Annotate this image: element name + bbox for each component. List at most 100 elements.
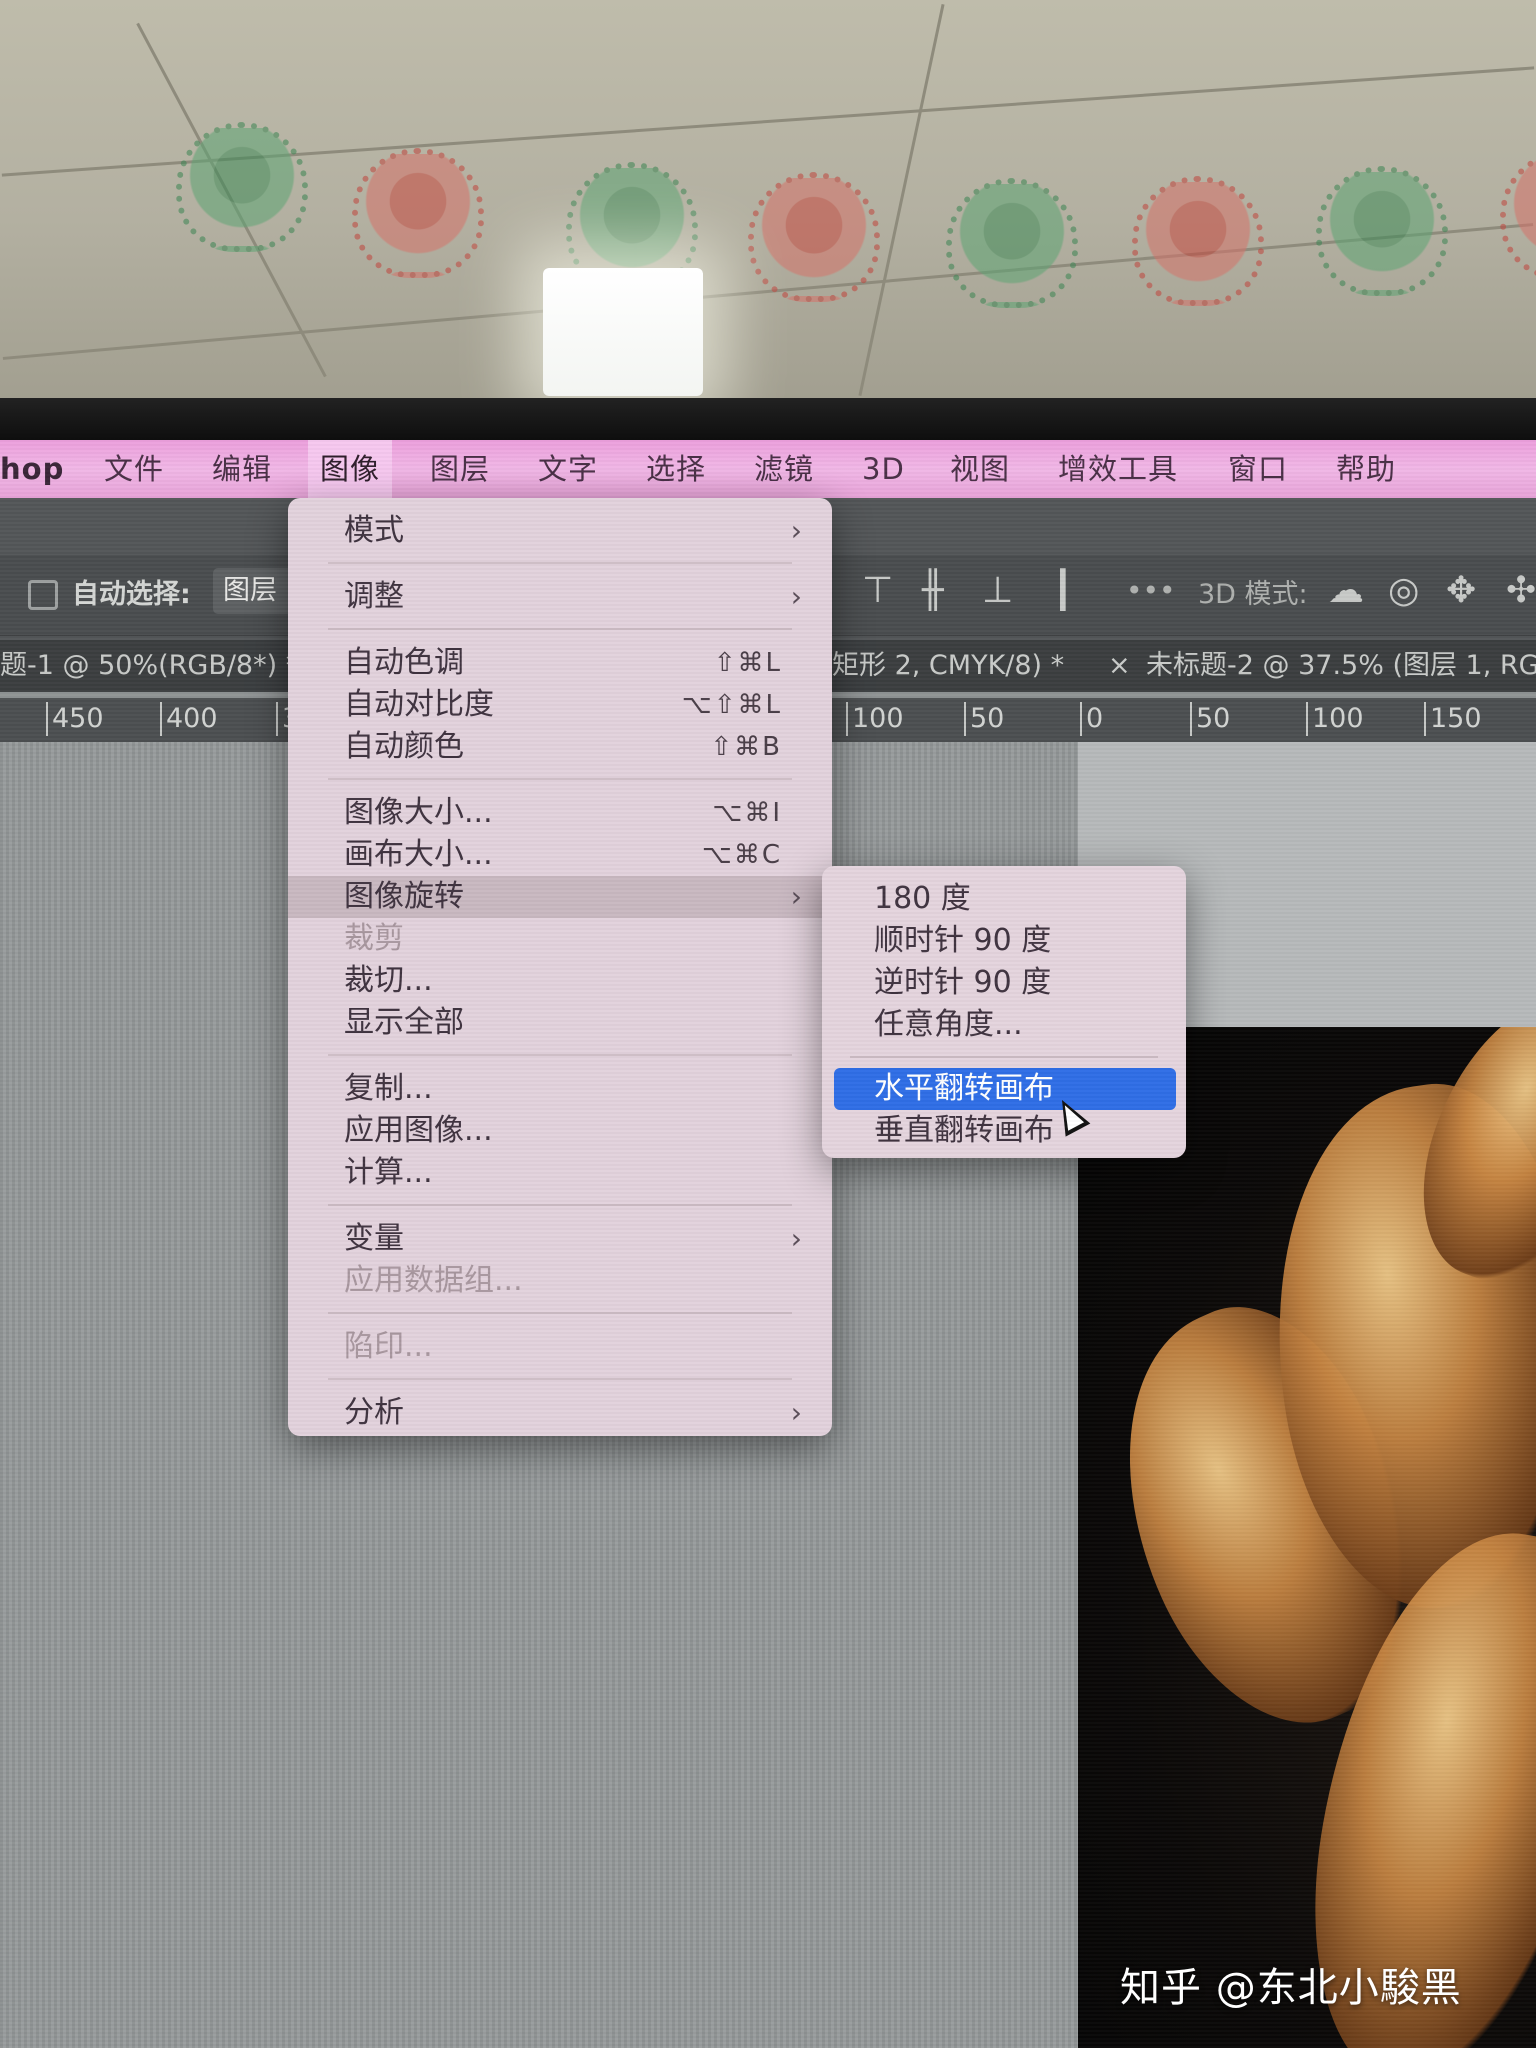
auto-select-checkbox[interactable] xyxy=(28,580,58,610)
ruler-label: 100 xyxy=(1306,702,1364,736)
menu-item-label: 自动色调 xyxy=(344,645,464,680)
3d-slide-icon[interactable]: ✣ xyxy=(1506,570,1536,611)
ruler-label: 50 xyxy=(964,702,1004,736)
red-decoration xyxy=(748,172,880,302)
menu-separator xyxy=(328,562,792,564)
menu-item-label: 画布大小... xyxy=(344,837,493,872)
menu-shortcut: ⌥⌘C xyxy=(701,840,782,870)
menu-item-label: 顺时针 90 度 xyxy=(874,923,1052,958)
menu-layer[interactable]: 图层 xyxy=(430,440,490,498)
more-options-icon[interactable]: ••• xyxy=(1126,574,1176,607)
menu-item-label: 180 度 xyxy=(874,881,971,916)
menu-view[interactable]: 视图 xyxy=(950,440,1010,498)
menu-item-auto-contrast[interactable]: 自动对比度 ⌥⇧⌘L xyxy=(288,684,832,726)
document-tab[interactable]: 未标题-2 @ 37.5% (图层 1, RG xyxy=(1146,640,1536,692)
app-name[interactable]: hop xyxy=(0,440,64,498)
submenu-item-rotate-cw[interactable]: 顺时针 90 度 xyxy=(822,920,1186,962)
green-decoration xyxy=(1316,166,1448,296)
ruler-label: 150 xyxy=(1424,702,1482,736)
green-decoration xyxy=(176,122,308,252)
menu-item-calculations[interactable]: 计算... xyxy=(288,1152,832,1194)
red-decoration xyxy=(352,148,484,278)
watermark: 知乎 @东北小駿黑 xyxy=(1120,1965,1462,2011)
submenu-item-flip-vertical[interactable]: 垂直翻转画布 xyxy=(822,1110,1186,1152)
3d-pan-icon[interactable]: ✥ xyxy=(1446,570,1476,611)
menu-plugins[interactable]: 增效工具 xyxy=(1058,440,1178,498)
submenu-arrow-icon: › xyxy=(790,514,802,547)
menu-item-label: 复制... xyxy=(344,1071,433,1106)
document-photo[interactable] xyxy=(1078,1027,1536,2048)
menu-item-label: 陷印... xyxy=(344,1329,433,1364)
room-ceiling-background xyxy=(0,0,1536,400)
menu-separator xyxy=(328,628,792,630)
menu-select[interactable]: 选择 xyxy=(646,440,706,498)
submenu-item-rotate-ccw[interactable]: 逆时针 90 度 xyxy=(822,962,1186,1004)
menu-shortcut: ⌥⇧⌘L xyxy=(681,690,782,720)
menu-item-apply-image[interactable]: 应用图像... xyxy=(288,1110,832,1152)
document-tab[interactable]: 题-1 @ 50%(RGB/8*) * xyxy=(0,640,299,692)
red-decoration xyxy=(1132,176,1264,306)
submenu-item-rotate-180[interactable]: 180 度 xyxy=(822,878,1186,920)
menu-item-image-rotation[interactable]: 图像旋转 › xyxy=(288,876,832,918)
menu-separator xyxy=(328,1054,792,1056)
menu-item-auto-color[interactable]: 自动颜色 ⇧⌘B xyxy=(288,726,832,768)
menu-item-analysis[interactable]: 分析 › xyxy=(288,1392,832,1434)
menu-item-label: 垂直翻转画布 xyxy=(874,1113,1054,1148)
menu-item-auto-tone[interactable]: 自动色调 ⇧⌘L xyxy=(288,642,832,684)
menu-type[interactable]: 文字 xyxy=(538,440,598,498)
menu-item-label: 自动颜色 xyxy=(344,729,464,764)
submenu-arrow-icon: › xyxy=(790,880,802,913)
red-decoration xyxy=(1500,150,1536,280)
menu-item-label: 图像旋转 xyxy=(344,879,464,914)
menu-item-label: 裁剪 xyxy=(344,921,404,956)
menu-edit[interactable]: 编辑 xyxy=(212,440,272,498)
menu-image[interactable]: 图像 xyxy=(308,440,393,498)
ruler-label: 100 xyxy=(846,702,904,736)
menu-item-image-size[interactable]: 图像大小... ⌥⌘I xyxy=(288,792,832,834)
menu-item-trap: 陷印... xyxy=(288,1326,832,1368)
ceiling-light xyxy=(543,268,703,396)
menu-item-label: 应用数据组... xyxy=(344,1263,523,1298)
menu-help[interactable]: 帮助 xyxy=(1336,440,1396,498)
menu-item-variables[interactable]: 变量 › xyxy=(288,1218,832,1260)
menu-item-mode[interactable]: 模式 › xyxy=(288,510,832,552)
menu-separator xyxy=(328,1378,792,1380)
3d-roll-icon[interactable]: ◎ xyxy=(1388,570,1419,611)
menu-item-adjustments[interactable]: 调整 › xyxy=(288,576,832,618)
image-rotation-submenu: 180 度 顺时针 90 度 逆时针 90 度 任意角度... 水平翻转画布 垂… xyxy=(822,866,1186,1158)
3d-mode-label: 3D 模式: xyxy=(1198,579,1308,610)
menu-3d[interactable]: 3D xyxy=(862,440,905,498)
menu-file[interactable]: 文件 xyxy=(104,440,164,498)
menu-window[interactable]: 窗口 xyxy=(1228,440,1288,498)
distribute-icon[interactable]: ┃ xyxy=(1052,570,1074,611)
auto-select-dropdown[interactable]: 图层 xyxy=(213,568,299,614)
menu-item-label: 计算... xyxy=(344,1155,433,1190)
submenu-item-arbitrary[interactable]: 任意角度... xyxy=(822,1004,1186,1046)
image-menu: 模式 › 调整 › 自动色调 ⇧⌘L 自动对比度 ⌥⇧⌘L 自动颜色 ⇧⌘B 图… xyxy=(288,498,832,1436)
menu-item-reveal-all[interactable]: 显示全部 xyxy=(288,1002,832,1044)
menu-item-trim[interactable]: 裁切... xyxy=(288,960,832,1002)
green-decoration xyxy=(946,178,1078,308)
menu-separator xyxy=(328,778,792,780)
submenu-arrow-icon: › xyxy=(790,1396,802,1429)
menu-item-duplicate[interactable]: 复制... xyxy=(288,1068,832,1110)
menu-separator xyxy=(328,1312,792,1314)
align-top-icon[interactable]: ⊤ xyxy=(862,570,893,611)
menu-item-label: 变量 xyxy=(344,1221,404,1256)
ruler-label: 400 xyxy=(160,702,218,736)
menu-item-label: 分析 xyxy=(344,1395,404,1430)
menu-item-label: 任意角度... xyxy=(874,1007,1023,1042)
align-vertical-center-icon[interactable]: ╫ xyxy=(922,570,944,611)
menu-item-canvas-size[interactable]: 画布大小... ⌥⌘C xyxy=(288,834,832,876)
align-bottom-icon[interactable]: ⊥ xyxy=(982,570,1013,611)
3d-orbit-icon[interactable]: ☁ xyxy=(1328,570,1364,611)
submenu-item-flip-horizontal[interactable]: 水平翻转画布 xyxy=(834,1068,1176,1110)
menu-bar: hop 文件 编辑 图像 图层 文字 选择 滤镜 3D 视图 增效工具 窗口 帮… xyxy=(0,440,1536,498)
monitor-bezel xyxy=(0,398,1536,440)
submenu-arrow-icon: › xyxy=(790,580,802,613)
menu-separator xyxy=(850,1056,1158,1058)
menu-filter[interactable]: 滤镜 xyxy=(754,440,814,498)
document-tab[interactable]: 矩形 2, CMYK/8) * xyxy=(832,640,1064,692)
tab-close-icon[interactable]: × xyxy=(1108,640,1131,692)
menu-item-label: 水平翻转画布 xyxy=(874,1071,1054,1106)
